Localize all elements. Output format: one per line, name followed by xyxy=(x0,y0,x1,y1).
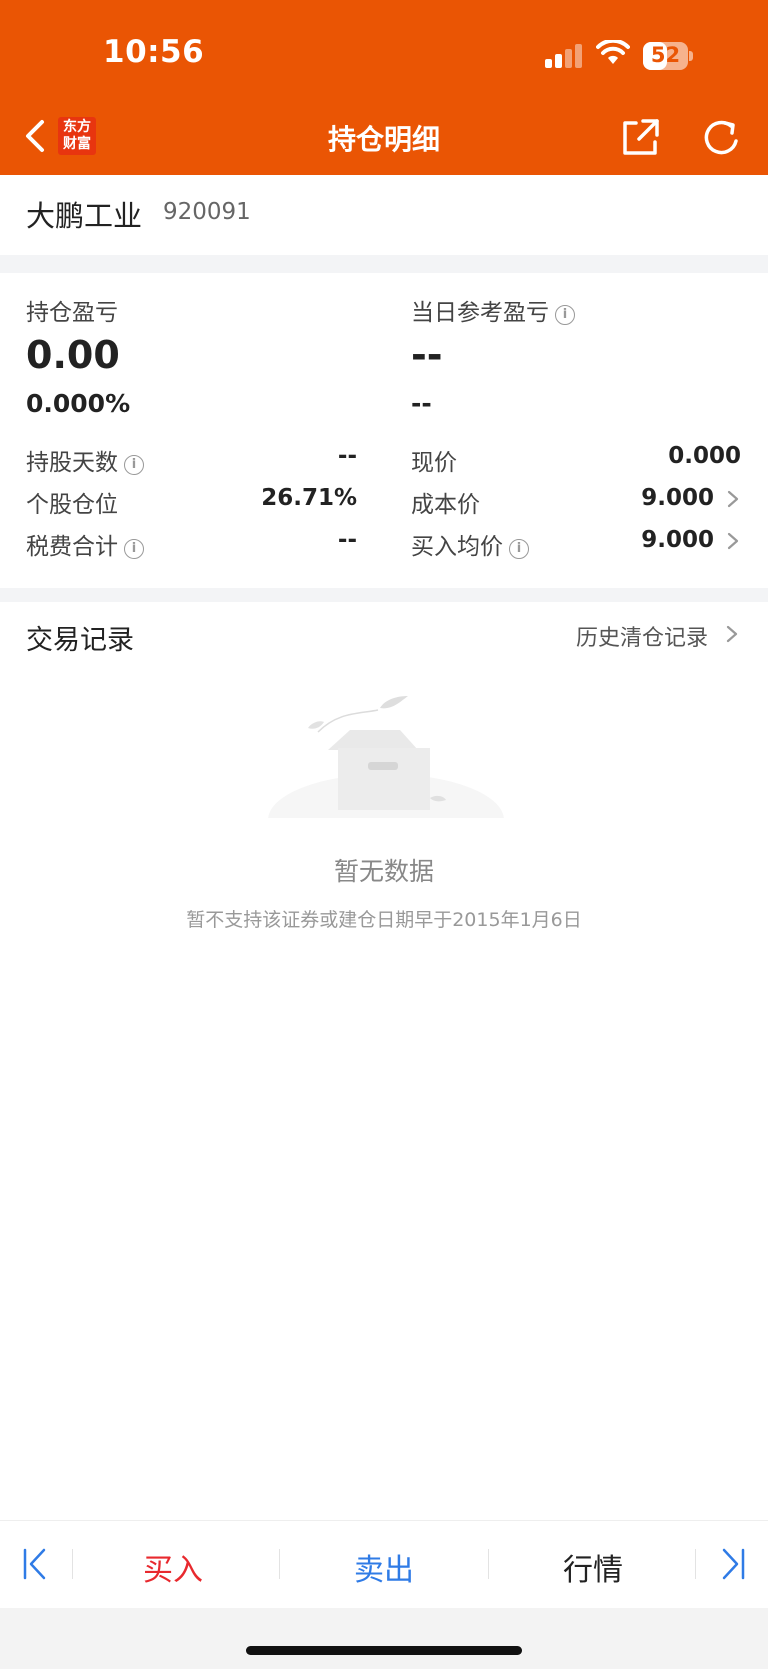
last-stock-icon[interactable] xyxy=(718,1546,748,1582)
empty-box-icon xyxy=(268,696,508,832)
info-icon[interactable]: i xyxy=(124,455,144,475)
pnl-value: 0.00 xyxy=(26,333,120,377)
stock-code: 920091 xyxy=(163,199,251,225)
daily-pnl-label: 当日参考盈亏 i xyxy=(411,293,575,327)
daily-pnl-percent: -- xyxy=(411,389,432,418)
cost-price-label: 成本价 xyxy=(411,492,480,518)
status-time: 10:56 xyxy=(103,34,205,70)
cellular-signal-icon xyxy=(545,44,585,68)
chevron-right-icon[interactable] xyxy=(725,624,739,644)
pnl-label: 持仓盈亏 xyxy=(26,300,118,326)
section-divider xyxy=(0,588,768,602)
current-price-value: 0.000 xyxy=(668,443,741,469)
wifi-icon xyxy=(596,40,630,64)
toolbar-divider xyxy=(488,1549,489,1579)
first-stock-icon[interactable] xyxy=(20,1546,50,1582)
battery-icon: 52 xyxy=(643,42,693,70)
holding-days-label: 持股天数 i xyxy=(26,443,144,477)
toolbar-divider xyxy=(695,1549,696,1579)
sell-button[interactable]: 卖出 xyxy=(314,1545,454,1589)
empty-state-title: 暂无数据 xyxy=(333,857,434,886)
position-ratio-label: 个股仓位 xyxy=(26,492,118,518)
info-icon[interactable]: i xyxy=(509,539,529,559)
info-icon[interactable]: i xyxy=(124,539,144,559)
toolbar-divider xyxy=(279,1549,280,1579)
home-indicator-area xyxy=(0,1608,768,1669)
stock-header: 大鹏工业 920091 xyxy=(0,175,768,255)
market-button[interactable]: 行情 xyxy=(523,1545,663,1589)
buy-button[interactable]: 买入 xyxy=(103,1545,243,1589)
section-divider xyxy=(0,255,768,273)
fees-total-value: -- xyxy=(337,527,357,553)
refresh-button[interactable] xyxy=(701,117,743,159)
battery-level: 52 xyxy=(650,43,681,67)
trade-records: 交易记录 历史清仓记录 暂无数据 暂不支持该证券或建仓日期早于2015年1月6日 xyxy=(0,602,768,1502)
chevron-right-icon[interactable] xyxy=(726,489,740,509)
header: 10:56 52 东方 财富 持仓明细 xyxy=(0,0,768,175)
avg-buy-price-value[interactable]: 9.000 xyxy=(641,527,714,553)
daily-pnl-value: -- xyxy=(411,333,443,377)
pnl-percent: 0.000% xyxy=(26,389,131,418)
trade-records-title: 交易记录 xyxy=(26,625,134,656)
info-icon[interactable]: i xyxy=(555,305,575,325)
home-indicator[interactable] xyxy=(246,1646,522,1655)
cost-price-value[interactable]: 9.000 xyxy=(641,485,714,511)
history-clearance-link[interactable]: 历史清仓记录 xyxy=(576,620,708,652)
stock-name: 大鹏工业 xyxy=(26,199,143,233)
empty-state-subtitle: 暂不支持该证券或建仓日期早于2015年1月6日 xyxy=(186,909,582,931)
position-summary: 持仓盈亏 0.00 0.000% 当日参考盈亏 i -- -- 持股天数 i -- … xyxy=(0,273,768,588)
toolbar-divider xyxy=(72,1549,73,1579)
holding-days-value: -- xyxy=(337,443,357,469)
avg-buy-price-label: 买入均价 i xyxy=(411,527,529,561)
bottom-toolbar: 买入 卖出 行情 xyxy=(0,1520,768,1608)
current-price-label: 现价 xyxy=(411,450,457,476)
chevron-right-icon[interactable] xyxy=(726,531,740,551)
share-button[interactable] xyxy=(619,117,661,159)
position-ratio-value: 26.71% xyxy=(261,485,357,511)
fees-total-label: 税费合计 i xyxy=(26,527,144,561)
